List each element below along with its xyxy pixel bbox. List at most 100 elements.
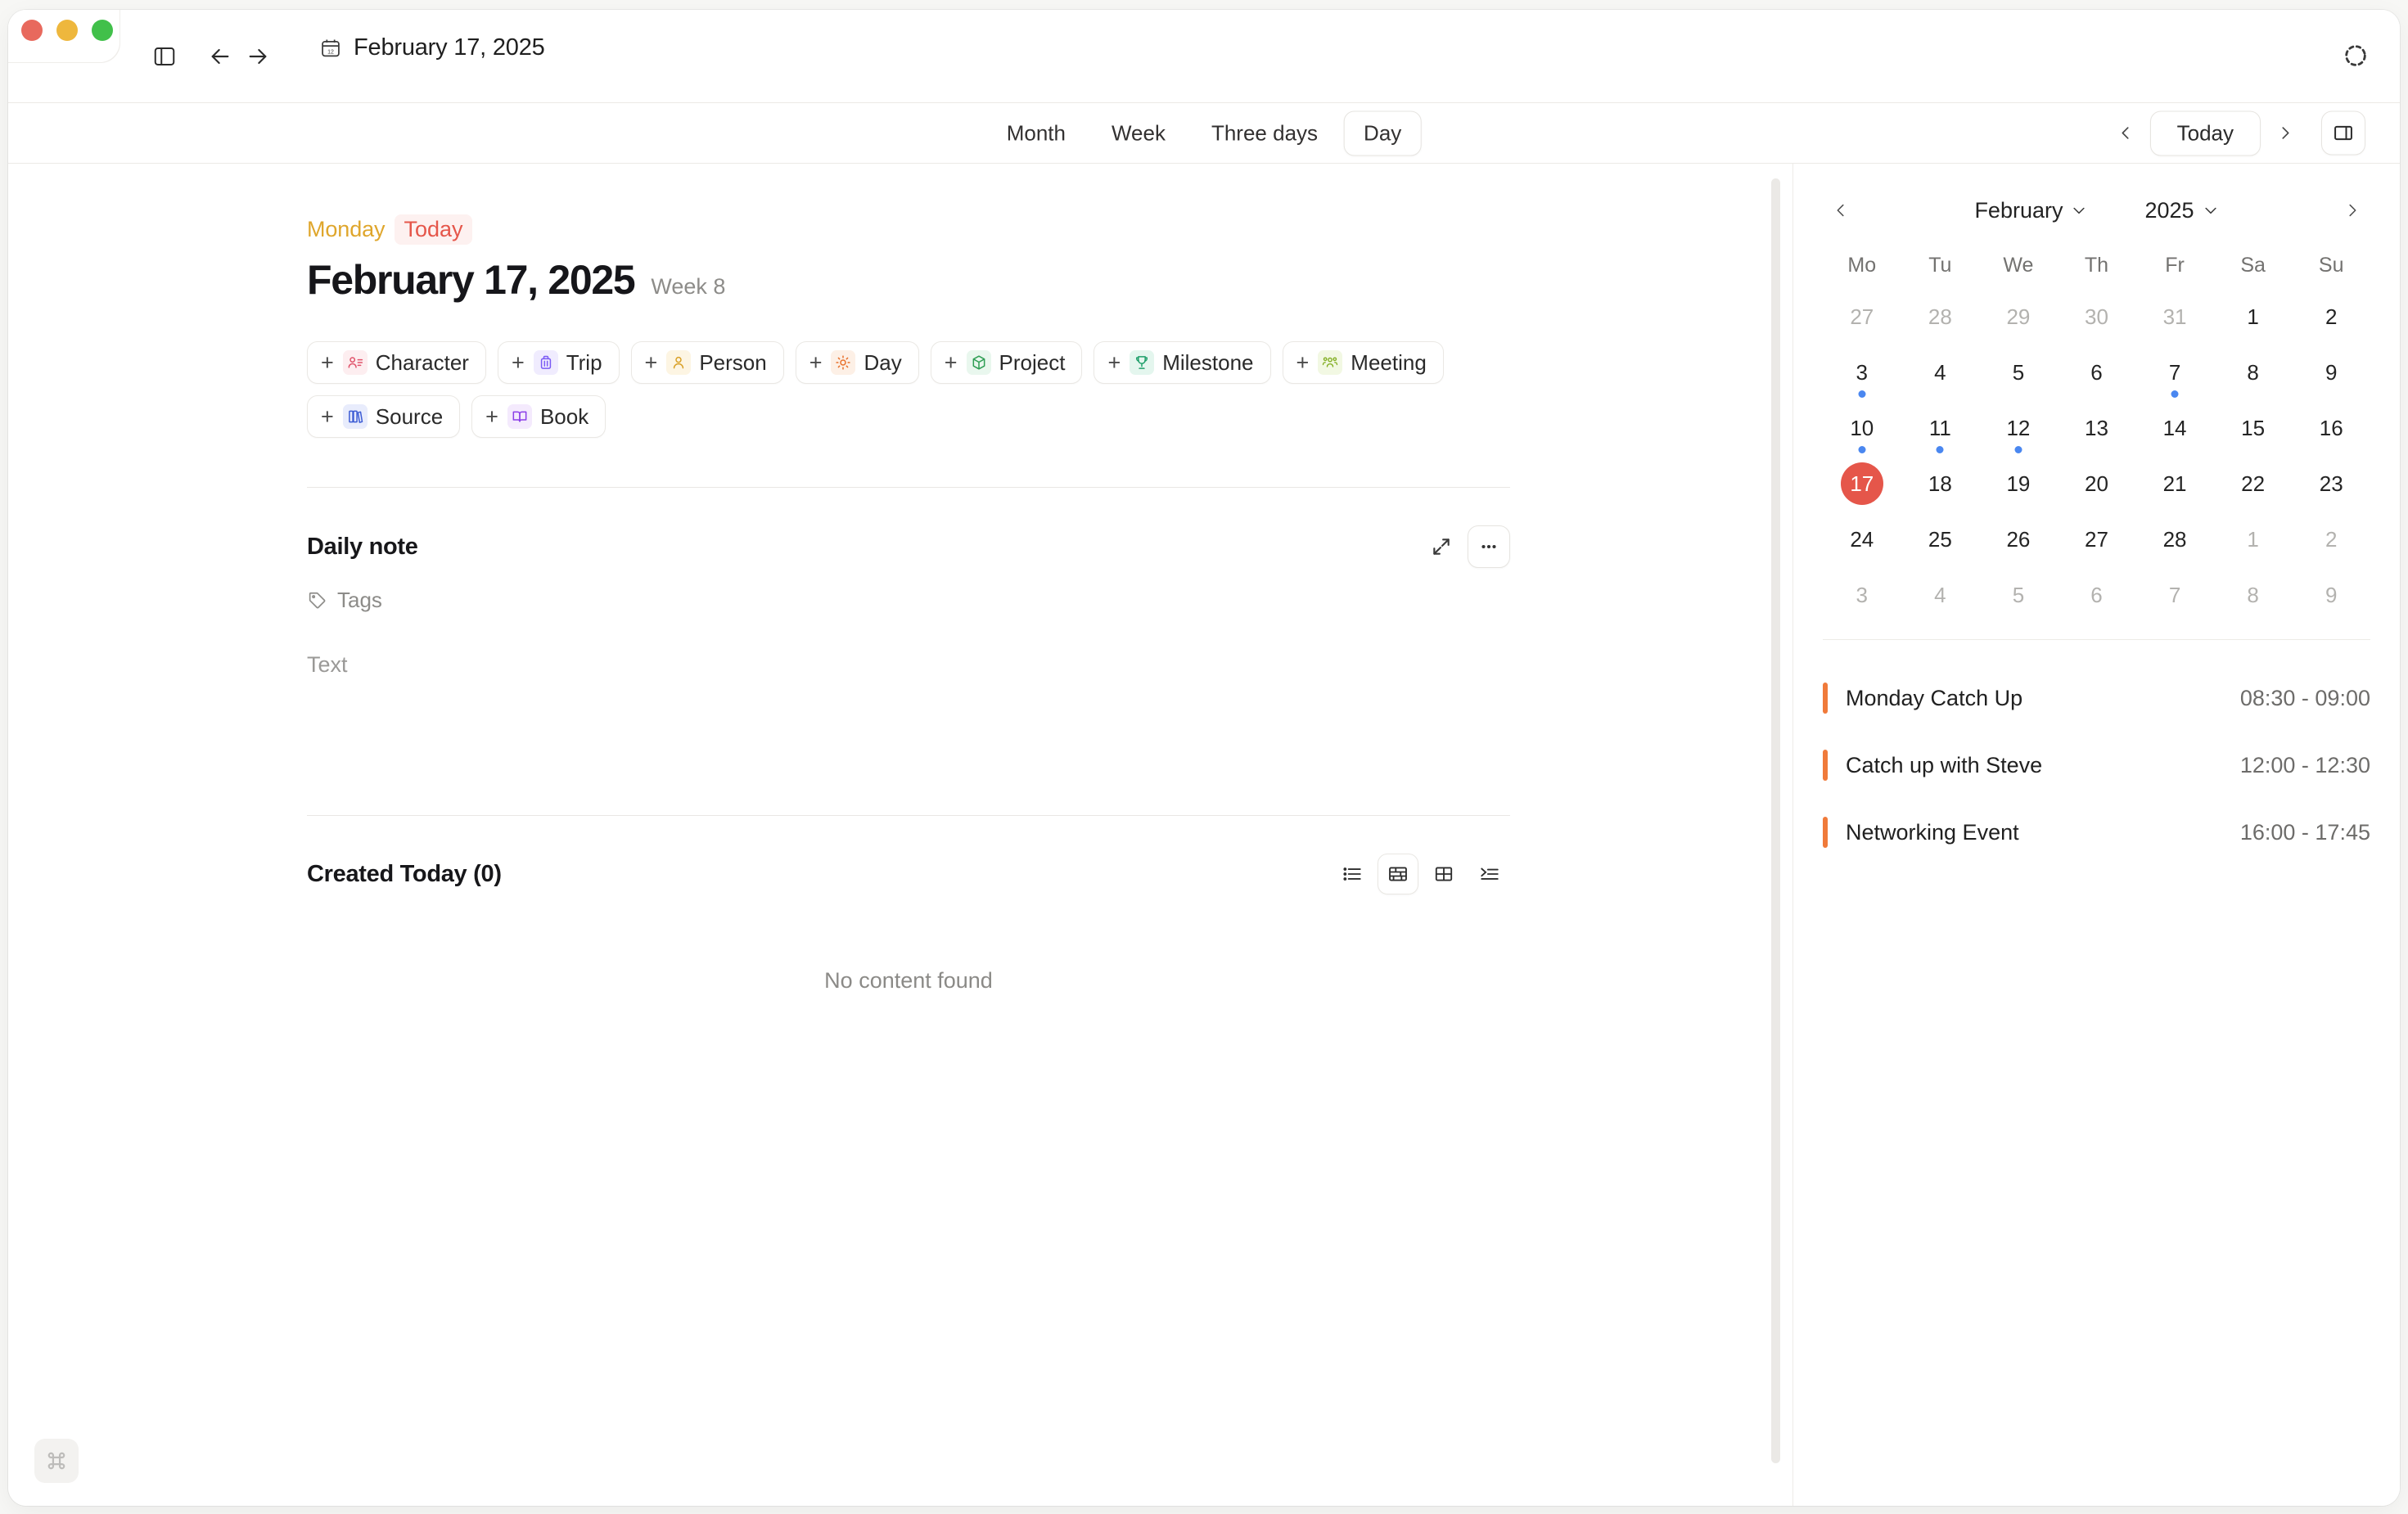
calendar-prev-icon[interactable] [1823,192,1859,228]
calendar-day-cell[interactable]: 13 [2058,400,2136,456]
calendar-day-cell[interactable]: 30 [2058,289,2136,345]
calendar-day-cell[interactable]: 29 [1979,289,2058,345]
gallery-view-icon[interactable] [1378,854,1418,894]
command-key-icon[interactable] [34,1439,79,1483]
today-button[interactable]: Today [2150,110,2261,155]
calendar-day-cell[interactable]: 2 [2292,511,2370,567]
year-select[interactable]: 2025 [2144,198,2218,223]
calendar-day-event-dot [2014,446,2022,453]
calendar-day-number: 30 [2075,295,2117,338]
calendar-day-cell[interactable]: 23 [2292,456,2370,511]
calendar-day-cell[interactable]: 27 [1823,289,1901,345]
add-property-source[interactable]: + Source [307,395,460,438]
calendar-day-cell[interactable]: 19 [1979,456,2058,511]
add-property-project[interactable]: + Project [931,341,1083,384]
titlebar-date[interactable]: 12 February 17, 2025 [319,34,545,61]
calendar-day-cell[interactable]: 7 [2135,345,2214,400]
chip-label: Person [699,350,766,376]
daily-note-title: Daily note [307,534,418,561]
event-time: 16:00 - 17:45 [2240,820,2370,845]
calendar-day-cell[interactable]: 8 [2214,345,2293,400]
calendar-day-cell[interactable]: 7 [2135,567,2214,623]
event-list: Monday Catch Up 08:30 - 09:00 Catch up w… [1793,640,2400,866]
sun-icon [831,350,855,375]
calendar-next-icon[interactable] [2334,192,2370,228]
group-icon [1318,350,1342,375]
calendar-day-cell[interactable]: 18 [1901,456,1980,511]
tab-month[interactable]: Month [987,110,1085,155]
calendar-day-cell[interactable]: 3 [1823,345,1901,400]
calendar-day-cell[interactable]: 17 [1823,456,1901,511]
calendar-day-cell[interactable]: 9 [2292,567,2370,623]
calendar-day-cell[interactable]: 11 [1901,400,1980,456]
dow-label: Sa [2214,254,2293,289]
event-item[interactable]: Catch up with Steve 12:00 - 12:30 [1823,732,2370,799]
event-title: Catch up with Steve [1846,753,2042,778]
main-scrollbar[interactable] [1771,178,1780,1463]
calendar-day-cell[interactable]: 28 [2135,511,2214,567]
add-property-trip[interactable]: + Trip [498,341,620,384]
add-property-milestone[interactable]: + Milestone [1094,341,1270,384]
back-button[interactable] [201,38,239,75]
maximize-window-button[interactable] [92,20,113,41]
add-property-meeting[interactable]: + Meeting [1283,341,1444,384]
sidebar-toggle-button[interactable] [146,38,183,75]
grid-view-icon[interactable] [1423,854,1464,894]
calendar-day-cell[interactable]: 4 [1901,567,1980,623]
calendar-day-number: 19 [1997,462,2040,505]
add-property-day[interactable]: + Day [796,341,919,384]
calendar-day-cell[interactable]: 9 [2292,345,2370,400]
daily-note-more-button[interactable] [1468,525,1510,568]
calendar-day-cell[interactable]: 12 [1979,400,2058,456]
event-item[interactable]: Monday Catch Up 08:30 - 09:00 [1823,665,2370,732]
calendar-day-cell[interactable]: 14 [2135,400,2214,456]
table-view-icon[interactable] [1469,854,1510,894]
calendar-day-cell[interactable]: 15 [2214,400,2293,456]
next-day-chevron-icon[interactable] [2270,117,2300,150]
calendar-day-cell[interactable]: 5 [1979,345,2058,400]
list-view-icon[interactable] [1332,854,1373,894]
calendar-day-cell[interactable]: 1 [2214,511,2293,567]
minimize-window-button[interactable] [56,20,78,41]
month-select[interactable]: February [1974,198,2087,223]
daily-note-tags-row[interactable]: Tags [307,588,1510,613]
add-property-book[interactable]: + Book [471,395,606,438]
calendar-day-cell[interactable]: 1 [2214,289,2293,345]
calendar-day-cell[interactable]: 21 [2135,456,2214,511]
prev-day-chevron-icon[interactable] [2111,117,2140,150]
calendar-day-cell[interactable]: 25 [1901,511,1980,567]
calendar-day-cell[interactable]: 6 [2058,567,2136,623]
calendar-day-cell[interactable]: 2 [2292,289,2370,345]
calendar-day-number: 27 [1841,295,1883,338]
expand-diagonal-icon[interactable] [1423,529,1459,565]
add-property-character[interactable]: + Character [307,341,486,384]
right-panel-toggle-button[interactable] [2321,111,2365,155]
calendar-day-cell[interactable]: 6 [2058,345,2136,400]
tab-day[interactable]: Day [1344,110,1421,155]
add-property-person[interactable]: + Person [631,341,784,384]
calendar-day-cell[interactable]: 26 [1979,511,2058,567]
calendar-day-cell[interactable]: 5 [1979,567,2058,623]
calendar-day-number: 21 [2153,462,2196,505]
sync-status-icon[interactable] [2336,36,2375,75]
daily-note-text-placeholder[interactable]: Text [307,652,1510,678]
forward-button[interactable] [239,38,277,75]
calendar-day-cell[interactable]: 22 [2214,456,2293,511]
event-item[interactable]: Networking Event 16:00 - 17:45 [1823,799,2370,866]
calendar-day-cell[interactable]: 8 [2214,567,2293,623]
calendar-day-number: 3 [1841,351,1883,394]
calendar-day-cell[interactable]: 31 [2135,289,2214,345]
calendar-day-number: 5 [1997,351,2040,394]
calendar-day-cell[interactable]: 3 [1823,567,1901,623]
tab-week[interactable]: Week [1092,110,1185,155]
calendar-day-cell[interactable]: 16 [2292,400,2370,456]
calendar-day-cell[interactable]: 4 [1901,345,1980,400]
calendar-view-tabs: Month Week Three days Day [987,110,1422,155]
close-window-button[interactable] [21,20,43,41]
calendar-day-cell[interactable]: 28 [1901,289,1980,345]
calendar-day-cell[interactable]: 27 [2058,511,2136,567]
calendar-day-cell[interactable]: 24 [1823,511,1901,567]
calendar-day-cell[interactable]: 10 [1823,400,1901,456]
tab-three-days[interactable]: Three days [1192,110,1337,155]
calendar-day-cell[interactable]: 20 [2058,456,2136,511]
